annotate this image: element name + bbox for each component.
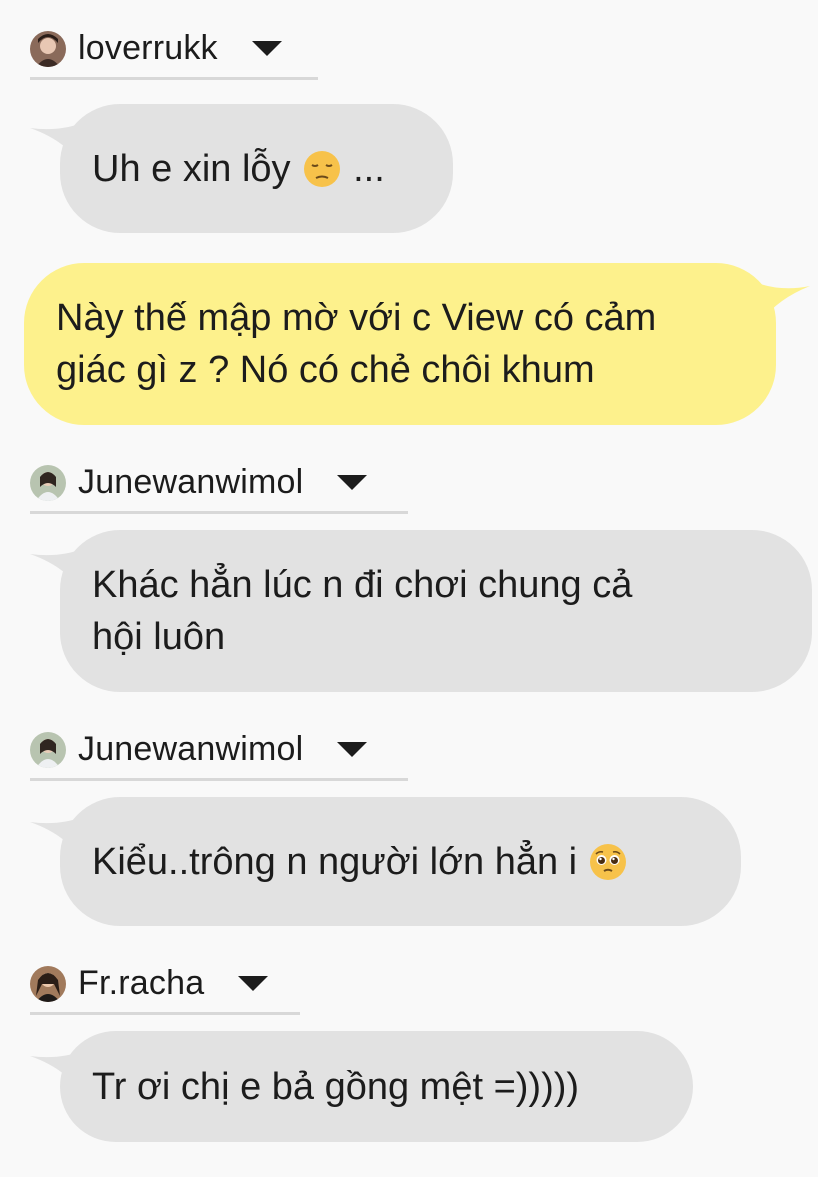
chevron-down-icon[interactable] (238, 976, 269, 991)
message-bubble[interactable]: Kiểu..trông n người lớn hẳn i (60, 797, 741, 926)
chevron-down-icon[interactable] (337, 475, 368, 490)
sender-header-loverrukk[interactable]: loverrukk (30, 20, 318, 80)
message-bubble[interactable]: Tr ơi chị e bả gồng mệt =))))) (60, 1031, 693, 1142)
message-suffix: ... (342, 147, 385, 190)
message-bubble[interactable]: Uh e xin lỗy ... (60, 104, 453, 233)
chevron-down-icon[interactable] (251, 41, 282, 56)
message-text: Kiểu..trông n người lớn hẳn i (92, 840, 578, 883)
sender-header-frracha[interactable]: Fr.racha (30, 955, 300, 1015)
chat-thread: loverrukk Uh e xin lỗy ... Này thế mập m… (0, 0, 818, 1177)
message-text: Này thế mập mờ với c View có cảm giác gì… (56, 297, 657, 391)
sender-name: loverrukk (78, 29, 218, 67)
chevron-down-icon[interactable] (337, 742, 368, 757)
pleading-face-icon (589, 843, 627, 881)
sender-name: Junewanwimol (78, 730, 304, 768)
avatar[interactable] (30, 464, 66, 501)
message-bubble[interactable]: Khác hẳn lúc n đi chơi chung cả hội luôn (60, 530, 812, 692)
pensive-face-icon (303, 150, 341, 188)
sender-header-junewanwimol[interactable]: Junewanwimol (30, 454, 408, 514)
message-text: Uh e xin lỗy (92, 147, 291, 190)
avatar[interactable] (30, 965, 66, 1002)
avatar[interactable] (30, 731, 66, 768)
sender-header-junewanwimol[interactable]: Junewanwimol (30, 721, 408, 781)
message-text: Tr ơi chị e bả gồng mệt =))))) (92, 1065, 580, 1108)
avatar[interactable] (30, 30, 66, 67)
message-text: Khác hẳn lúc n đi chơi chung cả hội luôn (92, 564, 633, 658)
sender-name: Fr.racha (78, 964, 205, 1002)
message-bubble-outgoing[interactable]: Này thế mập mờ với c View có cảm giác gì… (24, 263, 776, 425)
sender-name: Junewanwimol (78, 463, 304, 501)
